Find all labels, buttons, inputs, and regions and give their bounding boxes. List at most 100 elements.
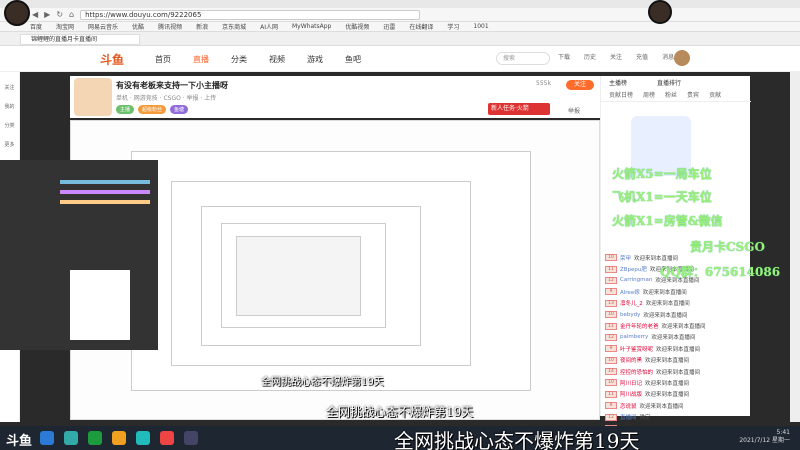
page-tab-row: 锦鲤鲤的直播月卡直播间	[0, 32, 800, 46]
bookmark-item[interactable]: 京东商城	[222, 22, 246, 31]
chat-username[interactable]: 控控的恐怕的	[620, 368, 653, 376]
bookmark-item[interactable]: MyWhatsApp	[292, 23, 331, 30]
sidebar-item[interactable]: 更多	[0, 141, 19, 148]
message-icon[interactable]: 消息	[662, 52, 674, 61]
chat-username[interactable]: 夜间的黑	[620, 356, 642, 364]
taskbar-icons	[40, 431, 198, 445]
follow-button[interactable]: 关注	[566, 80, 594, 90]
streamer-cam	[648, 0, 672, 24]
level-badge: 11	[605, 265, 617, 273]
chat-username[interactable]: 恋说鼠	[620, 402, 637, 410]
sidebar-item[interactable]: 关注	[0, 84, 19, 91]
address-bar-row: ◀ ▶ ↻ ⌂ https://www.douyu.com/9222065	[0, 8, 800, 22]
folder-icon[interactable]	[112, 431, 126, 445]
wechat-icon[interactable]	[88, 431, 102, 445]
chat-username[interactable]: bebydy	[620, 312, 640, 318]
windows-icon[interactable]	[40, 431, 54, 445]
steam-icon[interactable]	[184, 431, 198, 445]
nav-item-live[interactable]: 直播	[193, 54, 209, 65]
sidebar-item[interactable]: 我的	[0, 103, 19, 110]
bookmark-item[interactable]: 腾讯视频	[158, 22, 182, 31]
rank-tab[interactable]: 周榜	[643, 90, 655, 101]
chat-text: 确定	[639, 415, 651, 422]
chat-text: 欢迎来到本直播间	[645, 358, 690, 365]
chat-username[interactable]: Alree嫁	[620, 288, 640, 296]
panel-tab[interactable]: 直播排行	[657, 78, 681, 87]
webcam-feed	[0, 160, 158, 350]
chat-text: 欢迎来到本直播间	[656, 346, 701, 353]
history-icon[interactable]: 历史	[584, 52, 596, 61]
rank-tab[interactable]: 粉丝	[665, 90, 677, 101]
bookmark-item[interactable]: 1001	[473, 23, 488, 30]
bookmark-item[interactable]: 优酷	[132, 22, 144, 31]
edge-icon[interactable]	[64, 431, 78, 445]
bookmark-item[interactable]: 新浪	[196, 22, 208, 31]
rank-tab[interactable]: 贡献日榜	[609, 90, 633, 101]
url-input[interactable]: https://www.douyu.com/9222065	[80, 9, 421, 20]
bookmark-item[interactable]: 优酷视频	[345, 22, 369, 31]
caption-small: 全网挑战心态不爆炸第19天	[261, 377, 384, 388]
chat-message: 10 夜间的黑 欢迎来到本直播间	[605, 355, 749, 366]
level-badge: 11	[605, 322, 617, 330]
app-icon[interactable]	[160, 431, 174, 445]
chat-username[interactable]: 直播间	[620, 413, 637, 421]
rank-tab[interactable]: 贵宾	[687, 90, 699, 101]
bookmark-item[interactable]: AI人网	[260, 22, 278, 31]
chat-text: 欢迎来到本直播间	[645, 392, 690, 399]
chat-message: 13 凛冬儿_2 欢迎来到本直播间	[605, 298, 749, 309]
nav-item-category[interactable]: 分类	[231, 54, 247, 65]
bookmark-item[interactable]: 百度	[30, 22, 42, 31]
sidebar-item[interactable]: 分类	[0, 122, 19, 129]
chat-message: 9 叶子鉴赏呀呢 欢迎来到本直播间	[605, 343, 749, 354]
chat-username[interactable]: 阿川日记	[620, 379, 642, 387]
bookmark-item[interactable]: 淘宝网	[56, 22, 74, 31]
chat-username[interactable]: 阿川战版	[620, 390, 642, 398]
nav-item-video[interactable]: 视频	[269, 54, 285, 65]
home-icon[interactable]: ⌂	[69, 10, 74, 19]
search-input[interactable]: 搜索	[496, 52, 550, 65]
chat-username[interactable]: 凛冬儿_2	[620, 299, 643, 307]
reload-icon[interactable]: ↻	[56, 10, 63, 19]
streamer-avatar[interactable]	[74, 78, 112, 116]
clock-date: 2021/7/12 星期一	[739, 437, 790, 444]
report-link[interactable]: 举报	[568, 106, 580, 115]
nav-item-game[interactable]: 游戏	[307, 54, 323, 65]
room-header: 有没有老板来支持一下小主播呀 单机 · 网游竞技 · CSGO · 举报 · 上…	[70, 76, 600, 118]
recharge-icon[interactable]: 充值	[636, 52, 648, 61]
level-badge: 12	[605, 333, 617, 341]
browser-tab-strip	[0, 0, 800, 8]
chat-username[interactable]: 金丹年轮的老爸	[620, 322, 659, 330]
chat-username[interactable]: ZBpepu肥	[620, 265, 647, 273]
forward-icon[interactable]: ▶	[44, 10, 50, 19]
scrollbar[interactable]	[790, 72, 800, 422]
follow-icon[interactable]: 关注	[610, 52, 622, 61]
browser-icon[interactable]	[136, 431, 150, 445]
user-avatar[interactable]	[674, 50, 690, 66]
overlay-line: 飞机X1=一天车位	[612, 190, 712, 204]
nav-item-home[interactable]: 首页	[155, 54, 171, 65]
panel-tab[interactable]: 主播榜	[609, 78, 627, 87]
download-icon[interactable]: 下载	[558, 52, 570, 61]
back-icon[interactable]: ◀	[32, 10, 38, 19]
douyu-logo[interactable]: 斗鱼	[100, 51, 124, 68]
clock: 5:41 2021/7/12 星期一	[739, 429, 790, 445]
chat-message: 10 bebydy 欢迎来到本直播间	[605, 309, 749, 320]
chat-username[interactable]: palmberry	[620, 334, 648, 340]
level-badge: 9	[605, 402, 617, 410]
chat-username[interactable]: 荣甲	[620, 254, 631, 262]
bookmark-item[interactable]: 网易云音乐	[88, 22, 118, 31]
chat-username[interactable]: Carringman	[620, 277, 652, 283]
chat-list: 10 荣甲 欢迎来到本直播间 11 ZBpepu肥 欢迎来到本直播间 12 Carringma…	[605, 252, 749, 450]
task-button[interactable]: 新人任务·火箭	[488, 103, 550, 115]
level-badge: 10	[605, 311, 617, 319]
chat-username[interactable]: 叶子鉴赏呀呢	[620, 345, 653, 353]
streamer-cam	[4, 0, 30, 26]
rank-tab[interactable]: 贡献	[709, 90, 721, 101]
keyboard-light	[60, 190, 150, 194]
room-meta: 单机 · 网游竞技 · CSGO · 举报 · 上传	[116, 95, 217, 102]
nav-item-fishbar[interactable]: 鱼吧	[345, 54, 361, 65]
bookmark-item[interactable]: 在线翻译	[409, 22, 433, 31]
bookmark-item[interactable]: 学习	[447, 22, 459, 31]
bookmark-item[interactable]: 迅雷	[383, 22, 395, 31]
page-tab[interactable]: 锦鲤鲤的直播月卡直播间	[20, 34, 140, 45]
